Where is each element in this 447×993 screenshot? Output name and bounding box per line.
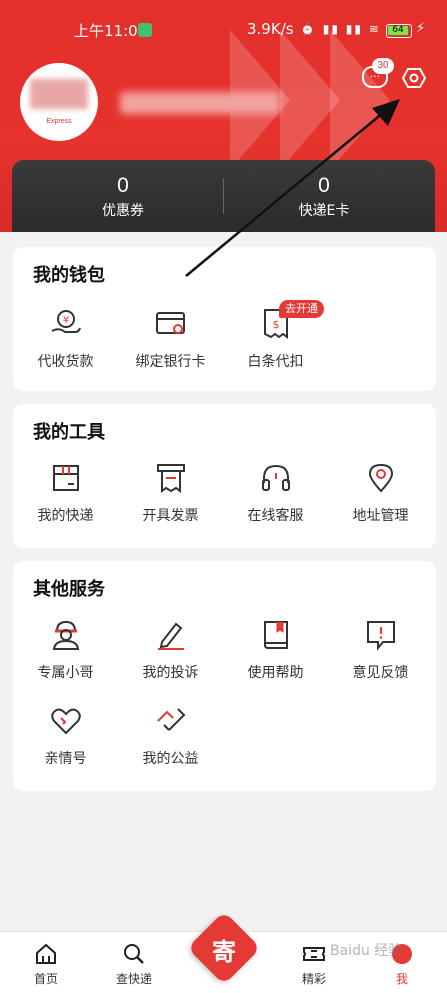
invoice-label: 开具发票	[142, 508, 199, 524]
ecard-count: 0	[318, 174, 330, 197]
courier-label: 专属小哥	[37, 665, 94, 681]
online-service-label: 在线客服	[247, 508, 304, 524]
help-label: 使用帮助	[247, 665, 304, 681]
cod-payment-label: 代收货款	[37, 354, 94, 370]
address-item[interactable]: 地址管理	[328, 461, 433, 525]
address-label: 地址管理	[352, 508, 409, 524]
avatar-logo-text: Express	[46, 118, 72, 125]
svg-text:¥: ¥	[62, 315, 68, 326]
send-package-label[interactable]: 寄	[198, 932, 250, 967]
tab-me-label: 我	[395, 972, 408, 986]
stats-bar: 0 优惠券 0 快递E卡	[12, 160, 435, 232]
coupon-stat[interactable]: 0 优惠券	[33, 174, 213, 220]
battery-level: 64	[388, 26, 408, 35]
tools-title: 我的工具	[33, 422, 105, 443]
wallet-panel: 我的钱包 ¥ 代收货款 绑定银行卡 $ 白条代扣 去开通	[13, 247, 436, 391]
cod-payment-item[interactable]: ¥ 代收货款	[13, 307, 118, 371]
bind-bank-card-label: 绑定银行卡	[135, 354, 206, 370]
charity-item[interactable]: 我的公益	[118, 704, 223, 768]
tab-home[interactable]: 首页	[16, 942, 76, 987]
profile-header: 上午11:01 3.9K/s ⏰ ▮▮ ▮▮ ≋ 64 ⚡ Express ··…	[0, 0, 447, 232]
avatar-blurred-logo	[30, 79, 88, 109]
tab-track[interactable]: 查快递	[104, 942, 164, 987]
bind-bank-card-item[interactable]: 绑定银行卡	[118, 307, 223, 371]
activate-tag[interactable]: 去开通	[279, 300, 324, 318]
charity-icon	[156, 708, 185, 731]
avatar[interactable]: Express	[20, 63, 98, 141]
services-title: 其他服务	[33, 579, 105, 600]
feedback-item[interactable]: 意见反馈	[328, 618, 433, 682]
package-icon	[52, 465, 79, 491]
tab-featured-label: 精彩	[301, 972, 326, 986]
signal-wifi-icon: ⏰ ▮▮ ▮▮ ≋	[300, 22, 381, 36]
book-icon	[263, 621, 288, 649]
feedback-label: 意见反馈	[352, 665, 409, 681]
services-panel: 其他服务 专属小哥 我的投诉 使用帮助 意见反馈 亲情号 我的公益	[13, 561, 436, 791]
tools-panel: 我的工具 我的快递 开具发票 在线客服 地址管理	[13, 404, 436, 548]
online-service-item[interactable]: 在线客服	[223, 461, 328, 525]
coupon-label: 优惠券	[102, 203, 144, 219]
complaint-item[interactable]: 我的投诉	[118, 618, 223, 682]
search-icon	[124, 944, 144, 964]
status-speed: 3.9K/s	[247, 20, 294, 38]
courier-icon	[52, 620, 79, 650]
invoice-icon	[156, 464, 185, 493]
svg-text:$: $	[272, 318, 279, 331]
feedback-bubble-icon	[366, 621, 395, 651]
ecard-label: 快递E卡	[298, 203, 350, 219]
help-item[interactable]: 使用帮助	[223, 618, 328, 682]
my-express-label: 我的快递	[37, 508, 94, 524]
family-number-item[interactable]: 亲情号	[13, 704, 118, 768]
charity-label: 我的公益	[142, 751, 199, 767]
location-pin-icon	[368, 463, 393, 493]
courier-item[interactable]: 专属小哥	[13, 618, 118, 682]
charging-icon: ⚡	[416, 21, 426, 36]
money-hand-icon: ¥	[51, 310, 81, 333]
coupon-count: 0	[117, 174, 129, 197]
wallet-title: 我的钱包	[33, 265, 105, 286]
pencil-icon	[157, 622, 184, 650]
invoice-item[interactable]: 开具发票	[118, 461, 223, 525]
wechat-icon	[138, 23, 152, 37]
tab-home-label: 首页	[33, 972, 58, 986]
decor-chevron	[330, 30, 390, 170]
headset-icon	[261, 464, 290, 491]
heart-icon	[50, 708, 81, 735]
home-icon	[36, 943, 56, 964]
baitiao-label: 白条代扣	[247, 354, 304, 370]
ecard-stat[interactable]: 0 快递E卡	[234, 174, 414, 220]
gear-icon[interactable]	[402, 66, 426, 90]
stats-divider	[223, 178, 224, 214]
battery-icon: 64	[386, 24, 412, 38]
family-number-label: 亲情号	[44, 751, 87, 767]
status-bar: 上午11:01 3.9K/s ⏰ ▮▮ ▮▮ ≋ 64 ⚡	[0, 18, 447, 44]
message-count-badge: 30	[372, 58, 394, 74]
watermark: Baidu 经验	[330, 943, 403, 959]
bank-card-icon	[155, 312, 185, 334]
my-express-item[interactable]: 我的快递	[13, 461, 118, 525]
username-blurred	[120, 92, 280, 114]
tab-track-label: 查快递	[115, 972, 152, 986]
complaint-label: 我的投诉	[142, 665, 199, 681]
ticket-icon	[303, 947, 325, 961]
status-time: 上午11:01	[74, 22, 148, 40]
